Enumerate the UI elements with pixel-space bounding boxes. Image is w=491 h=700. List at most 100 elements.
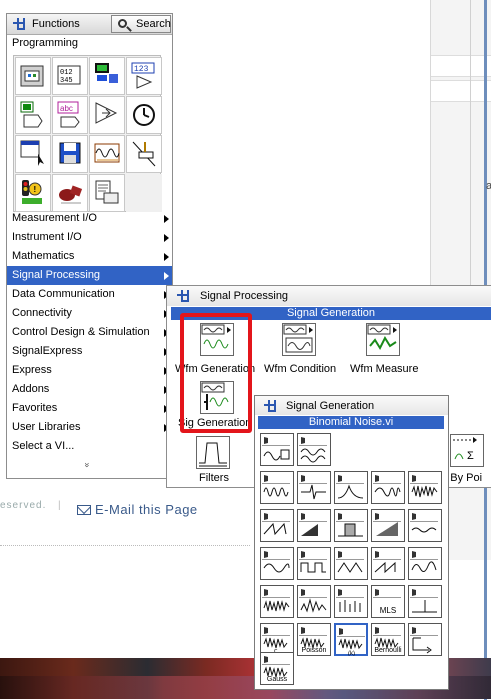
- comparison-icon[interactable]: [89, 96, 125, 134]
- file-io-icon[interactable]: [52, 135, 88, 173]
- sawtooth-wave-icon[interactable]: [371, 547, 405, 580]
- gaussian-pulse-icon[interactable]: [334, 471, 368, 504]
- gaussian-white-noise-icon[interactable]: [297, 585, 331, 618]
- menu-item-signalexpress[interactable]: SignalExpress: [7, 342, 172, 361]
- gauss-label: Gauss: [266, 676, 288, 683]
- periodic-random-noise-icon[interactable]: [334, 585, 368, 618]
- menu-item-addons[interactable]: Addons: [7, 380, 172, 399]
- impulse-icon[interactable]: [408, 585, 442, 618]
- expand-more-chevron-icon[interactable]: »: [83, 462, 93, 467]
- svg-text:!: !: [34, 185, 37, 194]
- svg-text:Σ: Σ: [467, 450, 474, 462]
- mls-sequence-icon[interactable]: MLS: [371, 585, 405, 618]
- empty-grid-cell: [126, 174, 162, 212]
- highlight-annotation-box: [180, 313, 252, 433]
- basic-function-generator-icon[interactable]: [260, 433, 294, 466]
- menu-item-favorites[interactable]: Favorites: [7, 399, 172, 418]
- thumbtack-icon[interactable]: [11, 17, 27, 31]
- timing-icon[interactable]: [126, 96, 162, 134]
- poisson-label: Poisson: [301, 647, 327, 654]
- menu-item-select-a-vi[interactable]: Select a VI...: [7, 437, 172, 456]
- graphics-icon[interactable]: [52, 174, 88, 212]
- svg-text:012: 012: [60, 69, 73, 77]
- functions-palette-title: Functions: [32, 18, 80, 30]
- signal-generation-header: Signal Generation: [255, 396, 448, 415]
- arbitrary-wave-icon[interactable]: [408, 547, 442, 580]
- app-control-icon[interactable]: [126, 135, 162, 173]
- uniform-white-noise-icon[interactable]: [260, 585, 294, 618]
- menu-item-instrument-io[interactable]: Instrument I/O: [7, 228, 172, 247]
- background-bar: [431, 55, 491, 77]
- svg-text:(k): (k): [348, 651, 355, 656]
- menu-item-mathematics[interactable]: Mathematics: [7, 247, 172, 266]
- cluster-icon[interactable]: [15, 57, 51, 95]
- wfm-measure-icon[interactable]: [366, 323, 400, 356]
- mls-label: MLS: [379, 606, 397, 615]
- poisson-noise-icon[interactable]: Poisson: [297, 623, 331, 656]
- multitone-generator-icon[interactable]: [297, 433, 331, 466]
- thumbtack-icon[interactable]: [262, 399, 278, 413]
- array-icon[interactable]: 012 345: [52, 57, 88, 95]
- menu-item-measurement-io[interactable]: Measurement I/O: [7, 209, 172, 228]
- string-icon[interactable]: abc: [52, 96, 88, 134]
- svg-text:123: 123: [134, 65, 149, 74]
- dialog-icon[interactable]: [15, 135, 51, 173]
- dotted-divider: [0, 545, 250, 546]
- menu-item-user-libraries[interactable]: User Libraries: [7, 418, 172, 437]
- point-by-point-icon[interactable]: Σ: [450, 434, 484, 467]
- background-text-fragment: a: [486, 180, 491, 192]
- ramp-pattern-icon[interactable]: [371, 509, 405, 542]
- svg-text:abc: abc: [60, 104, 73, 113]
- background-bar: [431, 80, 491, 102]
- wfm-condition-label: Wfm Condition: [264, 363, 337, 375]
- numeric-icon[interactable]: 123: [126, 57, 162, 95]
- structure-icon[interactable]: [89, 57, 125, 95]
- menu-item-signal-processing[interactable]: Signal Processing: [7, 266, 172, 285]
- periodic-noise-icon[interactable]: [408, 471, 442, 504]
- gaussian-noise-icon[interactable]: Gauss: [260, 652, 294, 685]
- programming-icon-grid: 012 345 123 abc !: [13, 55, 162, 212]
- signal-generator-by-duration-icon[interactable]: [408, 623, 442, 656]
- signal-processing-header: Signal Processing: [167, 286, 491, 306]
- menu-item-control-design-simulation[interactable]: Control Design & Simulation: [7, 323, 172, 342]
- menu-item-express[interactable]: Express: [7, 361, 172, 380]
- signal-generation-title: Signal Generation: [286, 400, 375, 412]
- sinc-pattern-icon[interactable]: [408, 509, 442, 542]
- sine-pattern-icon[interactable]: [260, 471, 294, 504]
- functions-category-menu: Measurement I/O Instrument I/O Mathemati…: [7, 209, 172, 456]
- functions-palette: Functions Search Programming 012 345 123 …: [6, 13, 173, 479]
- square-pattern-icon[interactable]: [260, 509, 294, 542]
- filters-label: Filters: [199, 472, 229, 484]
- filters-icon[interactable]: [196, 436, 230, 469]
- background-divider: [470, 0, 471, 300]
- footer-separator: |: [58, 500, 61, 511]
- bernoulli-label: Bernoulli: [374, 647, 402, 654]
- square-wave-icon[interactable]: [297, 547, 331, 580]
- boolean-icon[interactable]: [15, 96, 51, 134]
- signal-processing-title: Signal Processing: [200, 290, 289, 302]
- email-page-link[interactable]: E-Mail this Page: [77, 502, 198, 517]
- palette-category-programming[interactable]: Programming: [12, 37, 78, 49]
- report-icon[interactable]: [89, 174, 125, 212]
- sync-icon[interactable]: !: [15, 174, 51, 212]
- triangle-wave-icon[interactable]: [334, 547, 368, 580]
- signal-generation-subtitle: Binomial Noise.vi: [258, 416, 444, 429]
- thumbtack-icon[interactable]: [175, 289, 191, 303]
- email-icon: [77, 505, 91, 515]
- chirp-pattern-icon[interactable]: [371, 471, 405, 504]
- wfm-measure-label: Wfm Measure: [350, 363, 419, 375]
- binomial-noise-icon[interactable]: (k): [334, 623, 368, 656]
- magnifier-icon: [118, 19, 127, 28]
- bernoulli-noise-icon[interactable]: Bernoulli: [371, 623, 405, 656]
- pulse-pattern-icon[interactable]: [334, 509, 368, 542]
- sine-wave-icon[interactable]: [260, 547, 294, 580]
- menu-item-connectivity[interactable]: Connectivity: [7, 304, 172, 323]
- wfm-condition-icon[interactable]: [282, 323, 316, 356]
- waveform-icon[interactable]: [89, 135, 125, 173]
- search-button[interactable]: Search: [111, 15, 171, 33]
- impulse-pattern-icon[interactable]: [297, 471, 331, 504]
- svg-text:345: 345: [60, 77, 73, 85]
- menu-item-data-communication[interactable]: Data Communication: [7, 285, 172, 304]
- sawtooth-pattern-icon[interactable]: [297, 509, 331, 542]
- email-page-link-label: E-Mail this Page: [95, 502, 198, 517]
